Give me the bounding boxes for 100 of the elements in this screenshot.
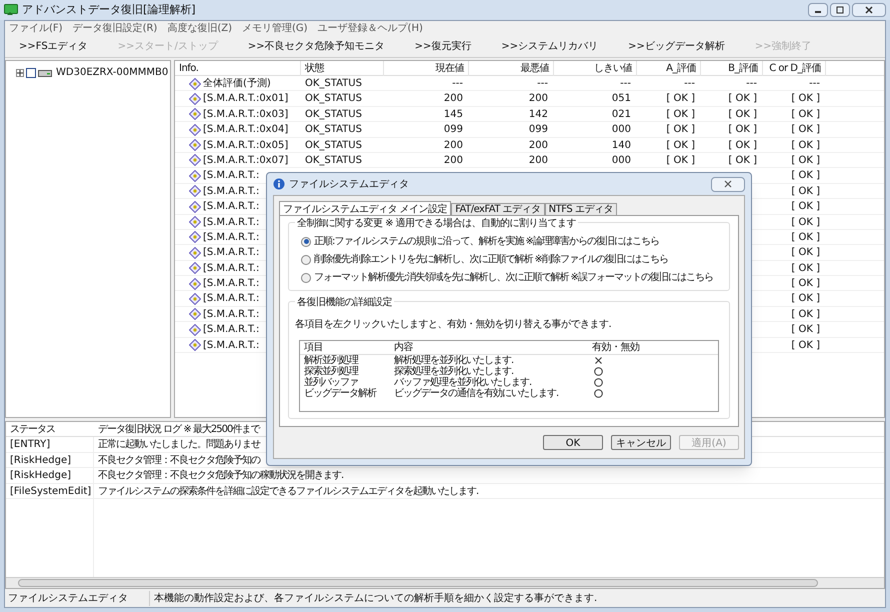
- table-cell: 099: [528, 124, 548, 136]
- table-cell: [ OK ]: [791, 247, 820, 258]
- column-header[interactable]: 現在値: [436, 61, 464, 76]
- table-cell-text: 探索処理を並列化いたします.: [393, 366, 514, 377]
- table-cell-text: 探索並列処理: [303, 366, 360, 377]
- table-cell: [ OK ]: [791, 93, 820, 104]
- table-cell: [ OK ]: [791, 108, 820, 120]
- column-header[interactable]: Info.: [179, 61, 198, 76]
- toolbar-button[interactable]: >>FSエディタ: [19, 39, 88, 54]
- table-cell-text: [S.M.A.R.T.:0x03]: [203, 108, 288, 122]
- table-cell: [ENTRY]: [6, 437, 94, 452]
- table-cell-text: ビッグデータ解析: [303, 388, 378, 399]
- table-cell-text: [S.M.A.R.T.:: [203, 246, 260, 260]
- column-header[interactable]: A_評価: [666, 61, 696, 76]
- table-cell: 000: [612, 154, 631, 166]
- column-header[interactable]: 項目: [300, 341, 390, 355]
- table-cell: [ OK ]: [666, 93, 695, 104]
- circle-icon[interactable]: [594, 389, 603, 398]
- menu-item[interactable]: 高度な復旧(Z): [167, 21, 232, 36]
- horizontal-scrollbar[interactable]: [6, 577, 884, 588]
- column-header[interactable]: データ復旧状況 ログ ※ 最大2500件まで: [94, 422, 264, 437]
- table-cell: [ OK ]: [728, 140, 757, 151]
- column-header[interactable]: C or D_評価: [769, 61, 821, 76]
- table-cell: OK_STATUS: [305, 140, 362, 151]
- table-cell-text: [S.M.A.R.T.:0x07]: [203, 154, 288, 168]
- table-cell: 200: [444, 140, 463, 151]
- app-icon: [4, 4, 18, 16]
- menu-item[interactable]: ファイル(F): [9, 21, 63, 36]
- column-header[interactable]: 内容: [390, 341, 588, 355]
- expand-toggle[interactable]: [16, 68, 24, 76]
- table-cell: [ OK ]: [791, 216, 820, 228]
- table-cell: [ OK ]: [791, 293, 820, 304]
- window-title: アドバンストデータ復旧[論理解析]: [22, 2, 196, 18]
- table-cell-text: [S.M.A.R.T.:: [203, 216, 260, 230]
- table-cell: ---: [452, 78, 463, 89]
- table-cell-text: [S.M.A.R.T.:: [203, 338, 260, 353]
- table-cell: [ OK ]: [728, 154, 757, 166]
- table-cell-text: [S.M.A.R.T.:: [203, 323, 260, 338]
- column-header[interactable]: 最悪値: [520, 61, 549, 76]
- table-cell: [ OK ]: [791, 278, 820, 290]
- table-cell: 142: [528, 108, 548, 120]
- tab[interactable]: FAT/exFAT エディタ: [451, 203, 545, 215]
- table-cell-text: [S.M.A.R.T.:: [203, 262, 260, 276]
- toolbar-button[interactable]: >>ビッグデータ解析: [628, 39, 725, 54]
- radio-button[interactable]: [301, 272, 311, 282]
- table-cell: OK_STATUS: [305, 78, 362, 89]
- status-label: ファイルシステムエディタ: [5, 590, 150, 606]
- toolbar-button[interactable]: >>システムリカバリ: [501, 39, 598, 54]
- table-cell-text: ビッグデータの通信を有効にいたします.: [393, 388, 560, 399]
- radio-button[interactable]: [301, 236, 311, 246]
- menu-item[interactable]: メモリ管理(G): [242, 21, 308, 36]
- table-cell: [ OK ]: [791, 201, 820, 212]
- radio-label: 削除優先:削除エントリを先に解析し、次に正順で解析 ※削除ファイルの復旧にはこちら: [314, 252, 668, 267]
- dialog-button[interactable]: OK: [543, 434, 603, 450]
- table-cell: [ OK ]: [791, 140, 820, 151]
- table-cell-text: 不良セクタ管理：不良セクタ危険予知の稼動状況を開きます.: [97, 468, 344, 483]
- menu-item[interactable]: データ復旧設定(R): [72, 21, 158, 36]
- column-header[interactable]: B_評価: [728, 61, 758, 76]
- tab[interactable]: ファイルシステムエディタ メイン設定: [279, 201, 452, 215]
- table-cell: [ OK ]: [728, 108, 757, 120]
- close-button[interactable]: [711, 176, 745, 192]
- column-header[interactable]: ステータス: [6, 422, 59, 437]
- table-cell: 200: [444, 93, 463, 104]
- table-cell: [ OK ]: [666, 140, 695, 151]
- checkbox[interactable]: [26, 68, 36, 78]
- table-cell-text: 並列バッファ: [303, 377, 359, 388]
- menu-item[interactable]: ユーザ登録＆ヘルプ(H): [318, 21, 423, 36]
- radio-button[interactable]: [301, 254, 311, 264]
- table-cell: [FileSystemEdit]: [6, 484, 94, 498]
- cross-icon[interactable]: [594, 356, 603, 365]
- circle-icon[interactable]: [594, 378, 603, 387]
- table-cell-text: [S.M.A.R.T.:: [203, 277, 260, 292]
- tree-item[interactable]: WD30EZRX-00MMMB0: [56, 65, 168, 80]
- table-cell: [RiskHedge]: [6, 468, 94, 483]
- dialog-button[interactable]: キャンセル: [611, 434, 671, 450]
- column-header[interactable]: 状態: [305, 61, 324, 76]
- table-cell: [ OK ]: [791, 232, 820, 243]
- table-cell: [ OK ]: [791, 308, 820, 320]
- minimize-button[interactable]: [808, 3, 828, 17]
- table-cell-text: [S.M.A.R.T.:0x04]: [203, 123, 288, 138]
- table-cell-text: 不良セクタ管理：不良セクタ危険予知の: [97, 454, 262, 468]
- table-cell: [ OK ]: [791, 340, 820, 351]
- column-header[interactable]: しきい値: [594, 61, 632, 76]
- table-cell: 200: [528, 154, 548, 166]
- circle-icon[interactable]: [594, 367, 603, 376]
- close-button[interactable]: [852, 3, 886, 17]
- group-note: 各項目を左クリックいたしますと、有効・無効を切り替える事ができます.: [295, 318, 612, 332]
- table-cell: 200: [528, 93, 548, 104]
- table-cell: [ OK ]: [728, 124, 757, 136]
- table-cell: [ OK ]: [666, 108, 695, 120]
- table-cell-text: バッファ処理を並列化いたします.: [393, 377, 532, 388]
- close-icon: [724, 180, 732, 188]
- table-cell: [ OK ]: [728, 93, 757, 104]
- toolbar-button[interactable]: >>復元実行: [414, 39, 472, 54]
- table-cell-text: 解析処理を並列化いたします.: [393, 355, 514, 366]
- table-cell: OK_STATUS: [305, 93, 362, 104]
- tab[interactable]: NTFS エディタ: [544, 203, 617, 215]
- maximize-button[interactable]: [830, 3, 850, 17]
- toolbar-button[interactable]: >>不良セクタ危険予知モニタ: [248, 39, 385, 54]
- column-header[interactable]: 有効・無効: [588, 341, 718, 355]
